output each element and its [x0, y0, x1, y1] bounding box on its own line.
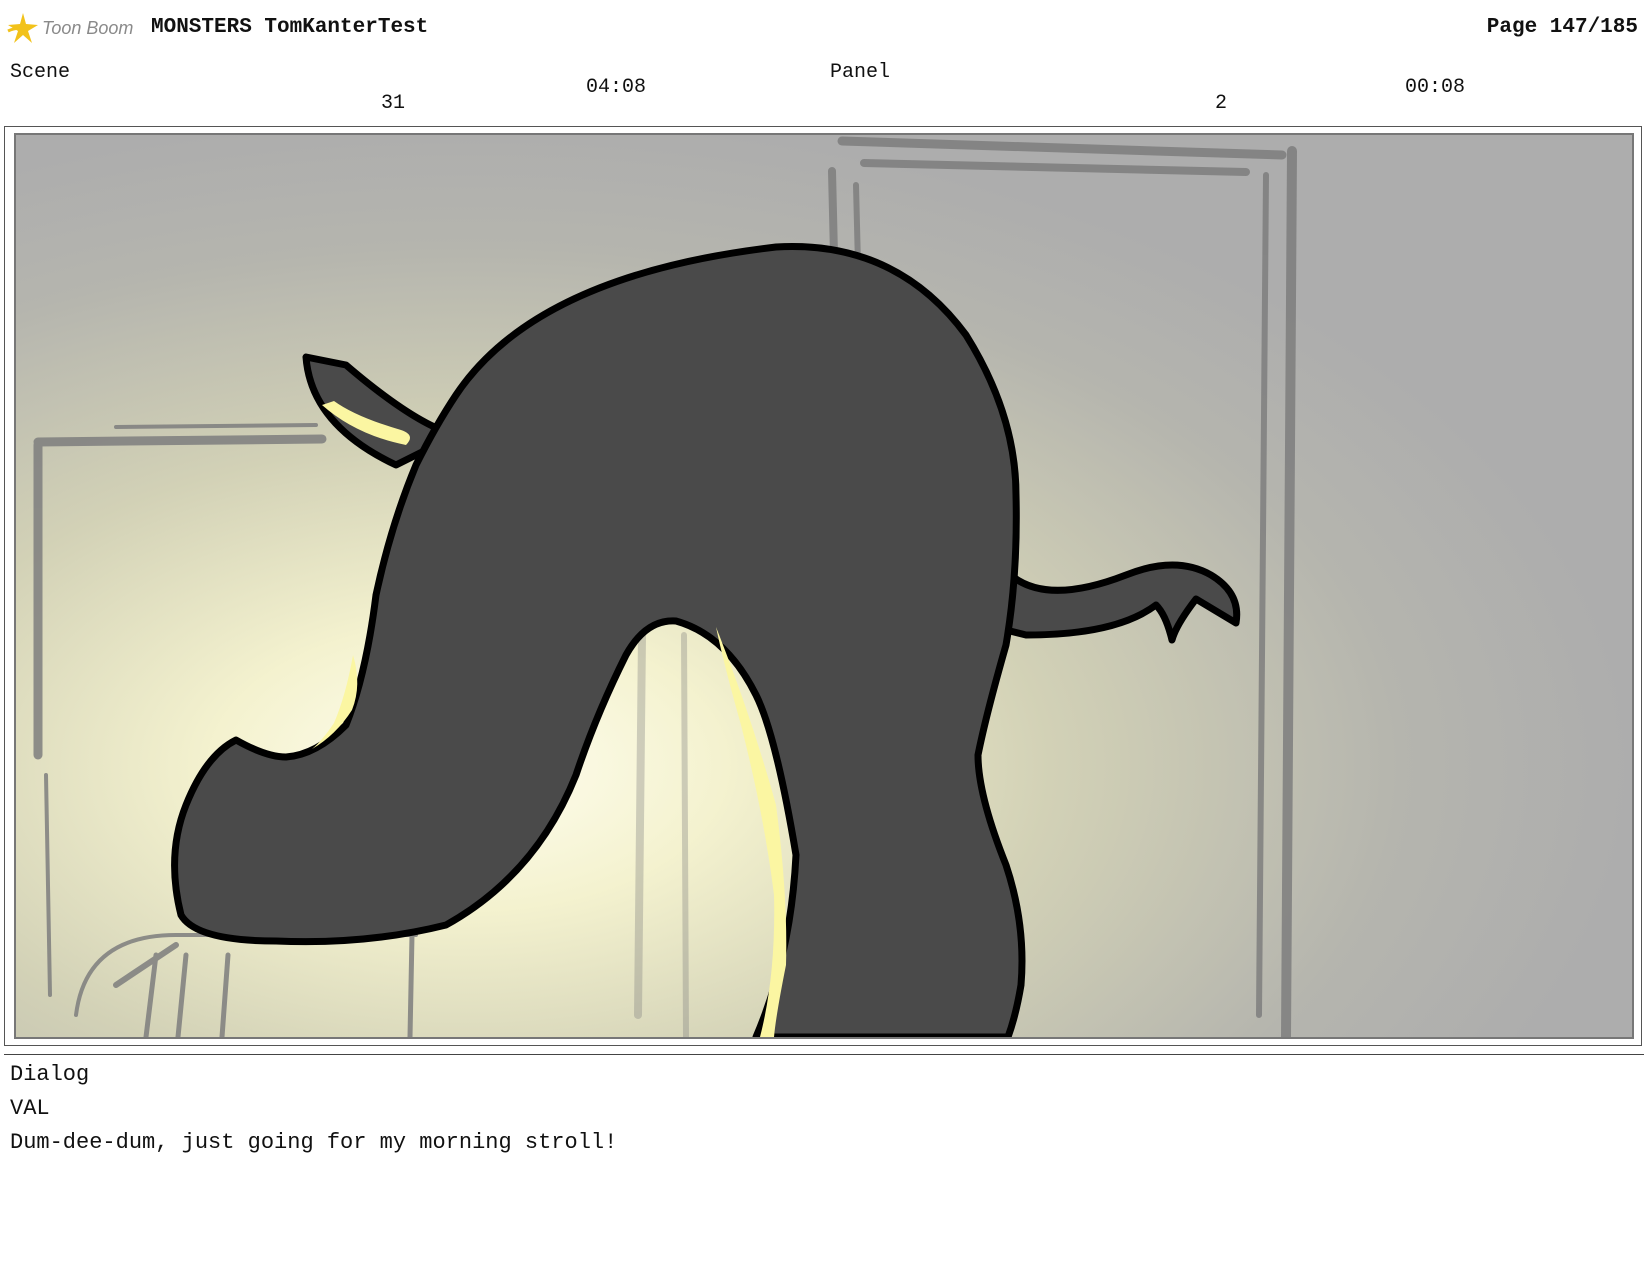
dialog-line: Dum-dee-dum, just going for my morning s… [10, 1130, 618, 1155]
dialog-divider [4, 1054, 1644, 1055]
panel-number: 2 [1215, 92, 1228, 115]
dialog-character: VAL [10, 1096, 50, 1121]
panel-duration: 00:08 [1405, 76, 1466, 99]
toon-boom-star-icon [7, 13, 38, 43]
scene-number: 31 [381, 92, 406, 115]
dialog-label: Dialog [10, 1062, 90, 1087]
storyboard-drawing [16, 135, 1632, 1037]
panel-label: Panel [830, 61, 891, 84]
toon-boom-logo: Toon Boom [6, 10, 133, 46]
page-number: Page 147/185 [1486, 16, 1638, 39]
logo-text: Toon Boom [42, 17, 134, 38]
project-title: MONSTERS TomKanterTest [151, 16, 429, 39]
scene-label: Scene [10, 61, 71, 84]
panel-image [14, 133, 1634, 1039]
scene-duration: 04:08 [586, 76, 647, 99]
